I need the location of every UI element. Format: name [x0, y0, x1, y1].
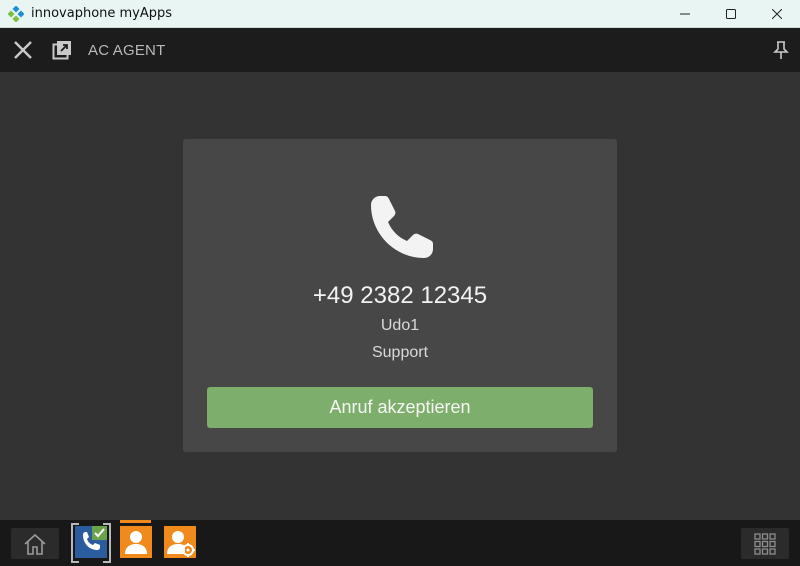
agent-app-icon[interactable] [120, 526, 152, 558]
maximize-button[interactable] [708, 0, 754, 28]
popout-button[interactable] [51, 39, 73, 61]
home-button[interactable] [11, 528, 59, 559]
innovaphone-logo-icon [8, 5, 24, 22]
app-header: AC AGENT [0, 28, 800, 72]
window-titlebar: innovaphone myApps [0, 0, 800, 28]
popout-icon [52, 41, 71, 60]
caller-name: Udo1 [380, 317, 420, 334]
window-close-button[interactable] [754, 0, 800, 28]
content-area: +49 2382 12345 Udo1 Support Anruf akzept… [0, 72, 800, 520]
close-icon [772, 9, 782, 19]
phone-icon [371, 196, 433, 258]
incoming-call-card: +49 2382 12345 Udo1 Support Anruf akzept… [183, 139, 617, 452]
window-title: innovaphone myApps [31, 6, 173, 21]
app-taskbar [0, 520, 800, 566]
caller-group: Support [371, 344, 429, 361]
maximize-icon [726, 9, 736, 19]
pin-icon [773, 41, 789, 59]
minimize-icon [680, 13, 690, 15]
window-controls [662, 0, 800, 28]
caller-number: +49 2382 12345 [312, 282, 488, 309]
app-grid-button[interactable] [741, 528, 789, 559]
pin-button[interactable] [770, 39, 792, 61]
grid-icon [754, 532, 776, 555]
accept-call-button[interactable]: Anruf akzeptieren [207, 387, 593, 428]
minimize-button[interactable] [662, 0, 708, 28]
active-app-indicator [120, 520, 151, 523]
home-icon [24, 533, 46, 555]
agent-admin-app-icon[interactable] [164, 526, 196, 558]
close-icon [14, 41, 32, 59]
phone-app-icon[interactable] [75, 526, 107, 558]
close-app-button[interactable] [12, 39, 34, 61]
app-title: AC AGENT [88, 42, 166, 59]
